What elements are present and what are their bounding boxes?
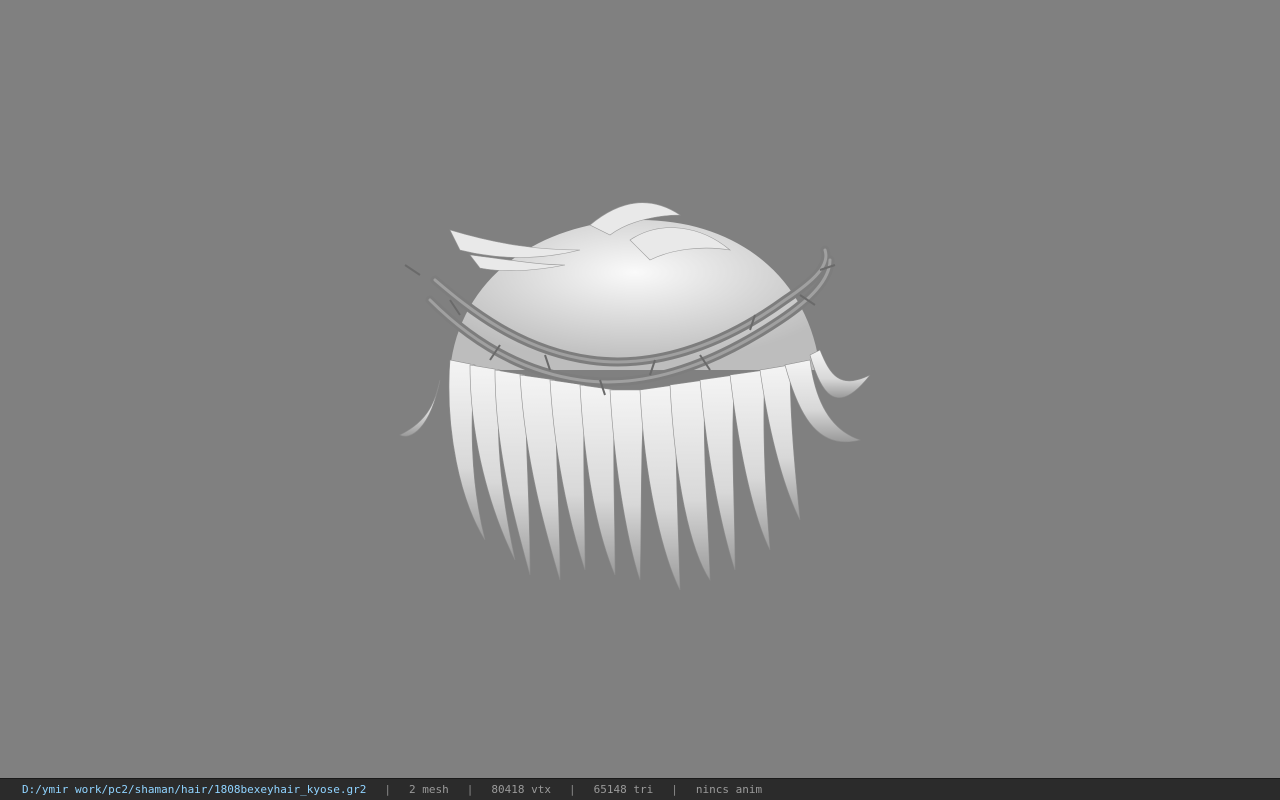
hair-model-icon [399,202,871,591]
separator: | [466,783,474,796]
animation-status: nincs anim [695,783,763,796]
file-path: D:/ymir work/pc2/shaman/hair/1808bexeyha… [22,783,367,796]
triangle-count: 65148 tri [593,783,654,796]
vertex-count: 80418 vtx [491,783,551,796]
status-bar: D:/ymir work/pc2/shaman/hair/1808bexeyha… [0,778,1280,800]
separator: | [568,783,576,796]
separator: | [671,783,678,796]
mesh-count: 2 mesh [409,783,449,796]
3d-viewport[interactable] [0,0,1280,778]
separator: | [384,783,391,796]
